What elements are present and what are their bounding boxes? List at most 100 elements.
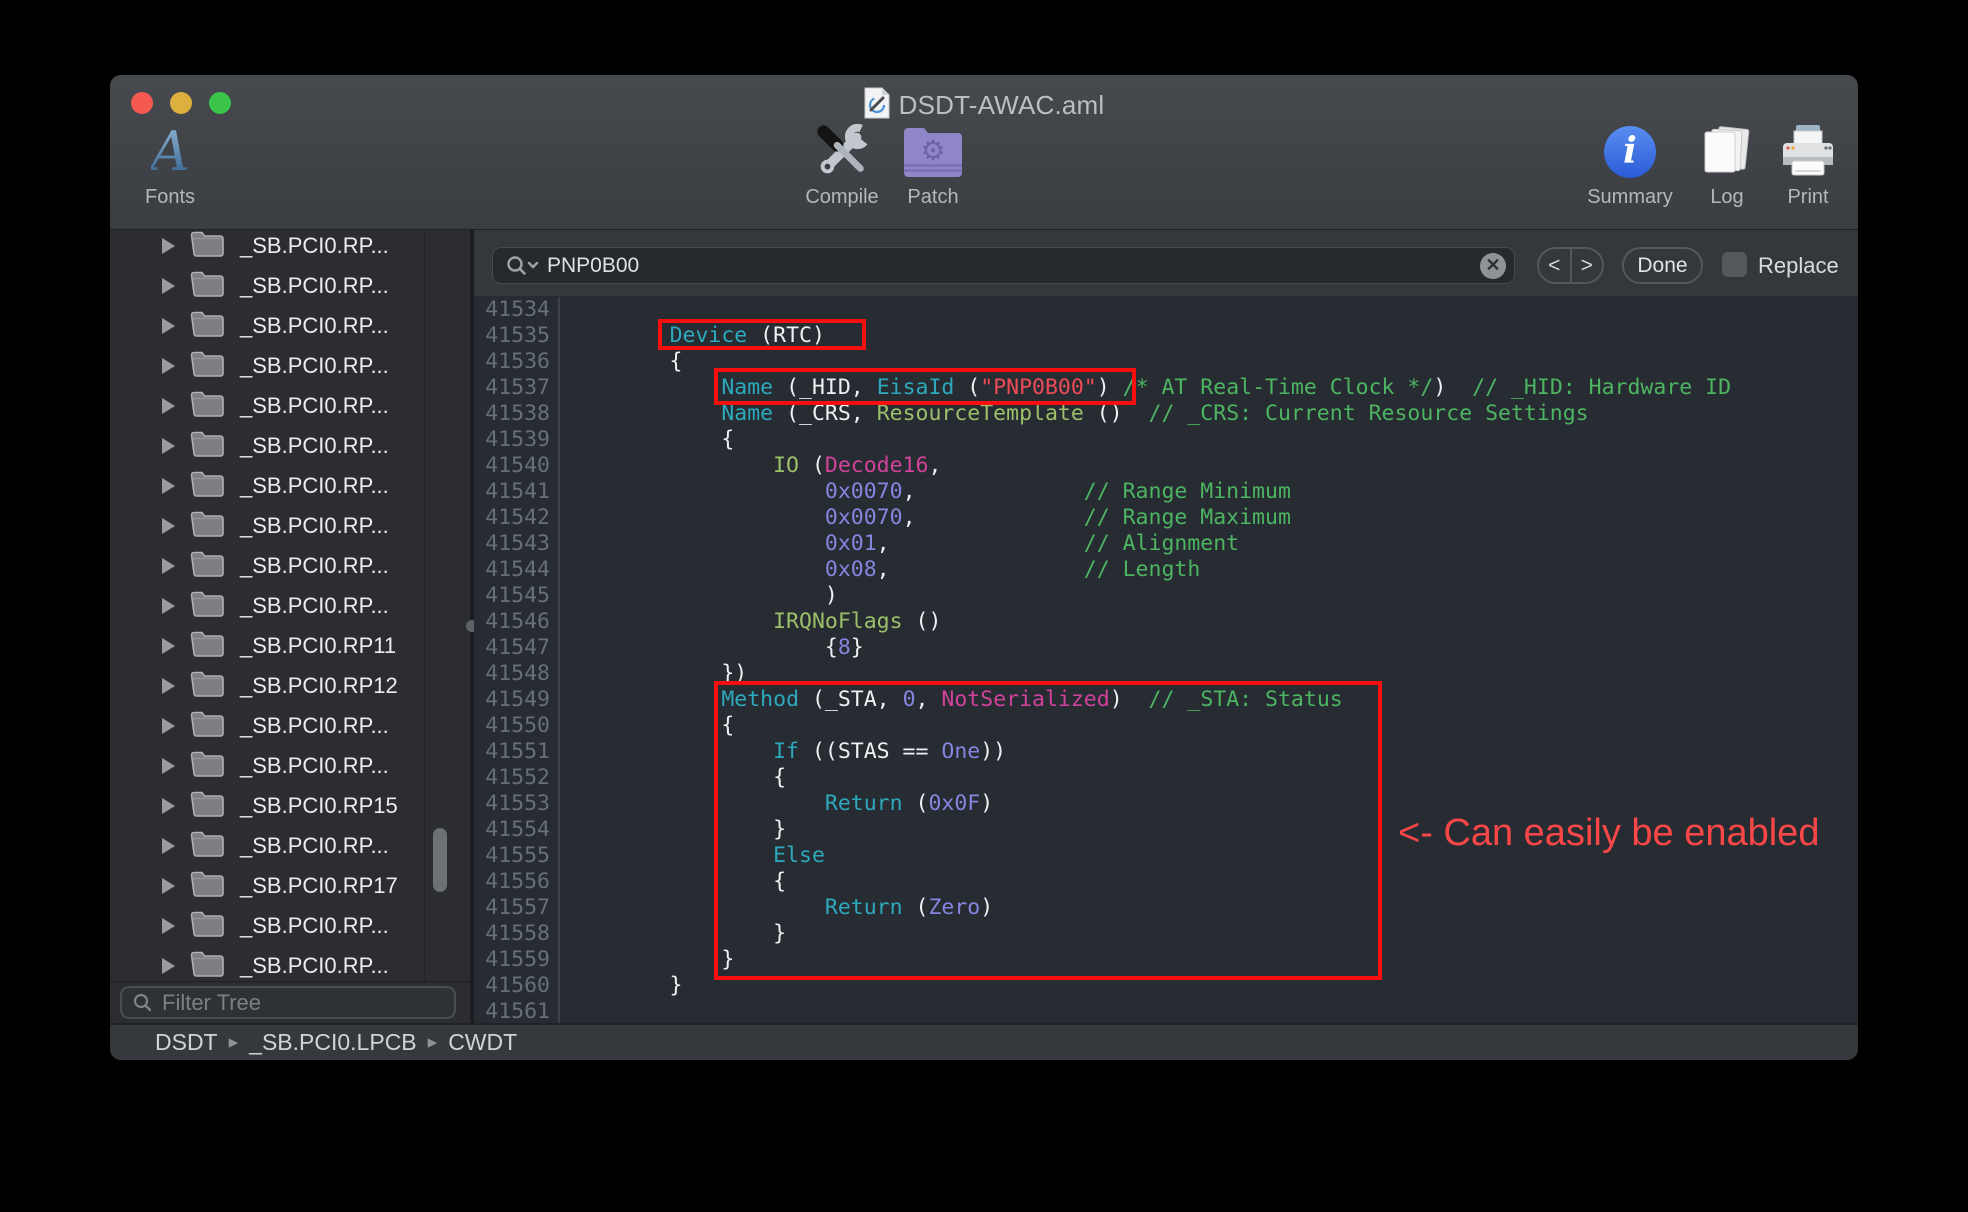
tree-item[interactable]: _SB.PCI0.RP... xyxy=(110,826,470,866)
annotation-box-method-sta xyxy=(714,681,1382,980)
find-next-button[interactable]: > xyxy=(1572,249,1603,282)
code-line: 41545 ) xyxy=(474,583,1858,609)
toolbar-item-fonts[interactable]: A Fonts xyxy=(110,121,235,209)
tree-item[interactable]: _SB.PCI0.RP... xyxy=(110,506,470,546)
folder-icon xyxy=(190,750,224,782)
folder-icon xyxy=(190,870,224,902)
folder-icon xyxy=(190,830,224,862)
tree-item[interactable]: _SB.PCI0.RP... xyxy=(110,306,470,346)
tree-item[interactable]: _SB.PCI0.RP... xyxy=(110,386,470,426)
disclosure-triangle-icon[interactable] xyxy=(162,958,175,974)
code-line: 41542 0x0070, // Range Maximum xyxy=(474,505,1858,531)
titlebar: DSDT-AWAC.aml xyxy=(110,87,1858,124)
code-line: 41539 { xyxy=(474,427,1858,453)
disclosure-triangle-icon[interactable] xyxy=(162,798,175,814)
annotation-note: <- Can easily be enabled xyxy=(1398,812,1819,855)
status-path-segment[interactable]: CWDT xyxy=(448,1029,517,1056)
tree-column-divider xyxy=(424,230,425,981)
tree-item[interactable]: _SB.PCI0.RP... xyxy=(110,466,470,506)
folder-icon xyxy=(190,390,224,422)
status-path-segment[interactable]: DSDT xyxy=(155,1029,218,1056)
folder-icon xyxy=(190,910,224,942)
tree-item[interactable]: _SB.PCI0.RP... xyxy=(110,746,470,786)
tree-item-label: _SB.PCI0.RP... xyxy=(240,833,389,859)
line-number: 41544 xyxy=(474,557,560,583)
line-number: 41558 xyxy=(474,921,560,947)
tree-item-label: _SB.PCI0.RP17 xyxy=(240,873,398,899)
line-number: 41537 xyxy=(474,375,560,401)
replace-checkbox[interactable] xyxy=(1722,252,1747,277)
tree-item-label: _SB.PCI0.RP... xyxy=(240,393,389,419)
filter-tree-input[interactable] xyxy=(160,989,454,1017)
tree-item[interactable]: _SB.PCI0.RP... xyxy=(110,946,470,986)
line-number: 41552 xyxy=(474,765,560,791)
folder-icon xyxy=(190,310,224,342)
disclosure-triangle-icon[interactable] xyxy=(162,918,175,934)
tree-item-label: _SB.PCI0.RP... xyxy=(240,433,389,459)
disclosure-triangle-icon[interactable] xyxy=(162,478,175,494)
disclosure-triangle-icon[interactable] xyxy=(162,358,175,374)
disclosure-triangle-icon[interactable] xyxy=(162,718,175,734)
line-number: 41561 xyxy=(474,999,560,1023)
filter-zone xyxy=(110,981,470,1023)
folder-icon xyxy=(190,230,224,262)
toolbar-item-patch[interactable]: ⚙ Patch xyxy=(868,121,998,209)
disclosure-triangle-icon[interactable] xyxy=(162,838,175,854)
folder-icon xyxy=(190,430,224,462)
tree-item[interactable]: _SB.PCI0.RP... xyxy=(110,706,470,746)
tree-item-label: _SB.PCI0.RP... xyxy=(240,473,389,499)
tree-item[interactable]: _SB.PCI0.RP... xyxy=(110,266,470,306)
toolbar-item-print[interactable]: Print xyxy=(1743,121,1858,209)
disclosure-triangle-icon[interactable] xyxy=(162,878,175,894)
tree-item-label: _SB.PCI0.RP... xyxy=(240,753,389,779)
disclosure-triangle-icon[interactable] xyxy=(162,438,175,454)
folder-icon xyxy=(190,510,224,542)
tree-item[interactable]: _SB.PCI0.RP12 xyxy=(110,666,470,706)
line-number: 41559 xyxy=(474,947,560,973)
tree-item[interactable]: _SB.PCI0.RP... xyxy=(110,906,470,946)
tree-item[interactable]: _SB.PCI0.RP... xyxy=(110,546,470,586)
clear-search-icon[interactable]: ✕ xyxy=(1480,253,1506,279)
disclosure-triangle-icon[interactable] xyxy=(162,318,175,334)
find-previous-button[interactable]: < xyxy=(1539,249,1572,282)
tree-item-label: _SB.PCI0.RP... xyxy=(240,553,389,579)
tree-item[interactable]: _SB.PCI0.RP... xyxy=(110,426,470,466)
done-button[interactable]: Done xyxy=(1622,247,1703,284)
disclosure-triangle-icon[interactable] xyxy=(162,558,175,574)
status-path: DSDT▸_SB.PCI0.LPCB▸CWDT xyxy=(155,1029,517,1056)
search-field[interactable]: ✕ xyxy=(492,247,1515,284)
tree-item-label: _SB.PCI0.RP... xyxy=(240,273,389,299)
folder-icon xyxy=(190,630,224,662)
search-icon[interactable] xyxy=(505,254,539,278)
code-line: 41547 {8} xyxy=(474,635,1858,661)
status-path-segment[interactable]: _SB.PCI0.LPCB xyxy=(249,1029,416,1056)
disclosure-triangle-icon[interactable] xyxy=(162,398,175,414)
document-icon xyxy=(864,87,890,124)
tree-item[interactable]: _SB.PCI0.RP... xyxy=(110,586,470,626)
disclosure-triangle-icon[interactable] xyxy=(162,678,175,694)
tree-item-label: _SB.PCI0.RP11 xyxy=(240,633,396,659)
tree-item[interactable]: _SB.PCI0.RP... xyxy=(110,230,470,266)
filter-field[interactable] xyxy=(120,986,456,1019)
tree-item[interactable]: _SB.PCI0.RP15 xyxy=(110,786,470,826)
line-number: 41539 xyxy=(474,427,560,453)
tree-item[interactable]: _SB.PCI0.RP17 xyxy=(110,866,470,906)
tree-item[interactable]: _SB.PCI0.RP11 xyxy=(110,626,470,666)
disclosure-triangle-icon[interactable] xyxy=(162,238,175,254)
line-number: 41556 xyxy=(474,869,560,895)
search-input[interactable] xyxy=(547,254,1480,278)
status-bar: DSDT▸_SB.PCI0.LPCB▸CWDT xyxy=(110,1023,1858,1060)
disclosure-triangle-icon[interactable] xyxy=(162,598,175,614)
line-number: 41557 xyxy=(474,895,560,921)
toolbar-label: Log xyxy=(1710,186,1743,209)
tree-item[interactable]: _SB.PCI0.RP... xyxy=(110,346,470,386)
tree-item-label: _SB.PCI0.RP... xyxy=(240,513,389,539)
disclosure-triangle-icon[interactable] xyxy=(162,758,175,774)
find-bar: ✕ < > Done Replace xyxy=(474,230,1858,297)
annotation-box-device xyxy=(658,319,866,350)
disclosure-triangle-icon[interactable] xyxy=(162,518,175,534)
screen: DSDT-AWAC.aml A Fonts Compile xyxy=(0,0,1968,1212)
disclosure-triangle-icon[interactable] xyxy=(162,638,175,654)
disclosure-triangle-icon[interactable] xyxy=(162,278,175,294)
sidebar-scrollbar-thumb[interactable] xyxy=(433,828,447,892)
